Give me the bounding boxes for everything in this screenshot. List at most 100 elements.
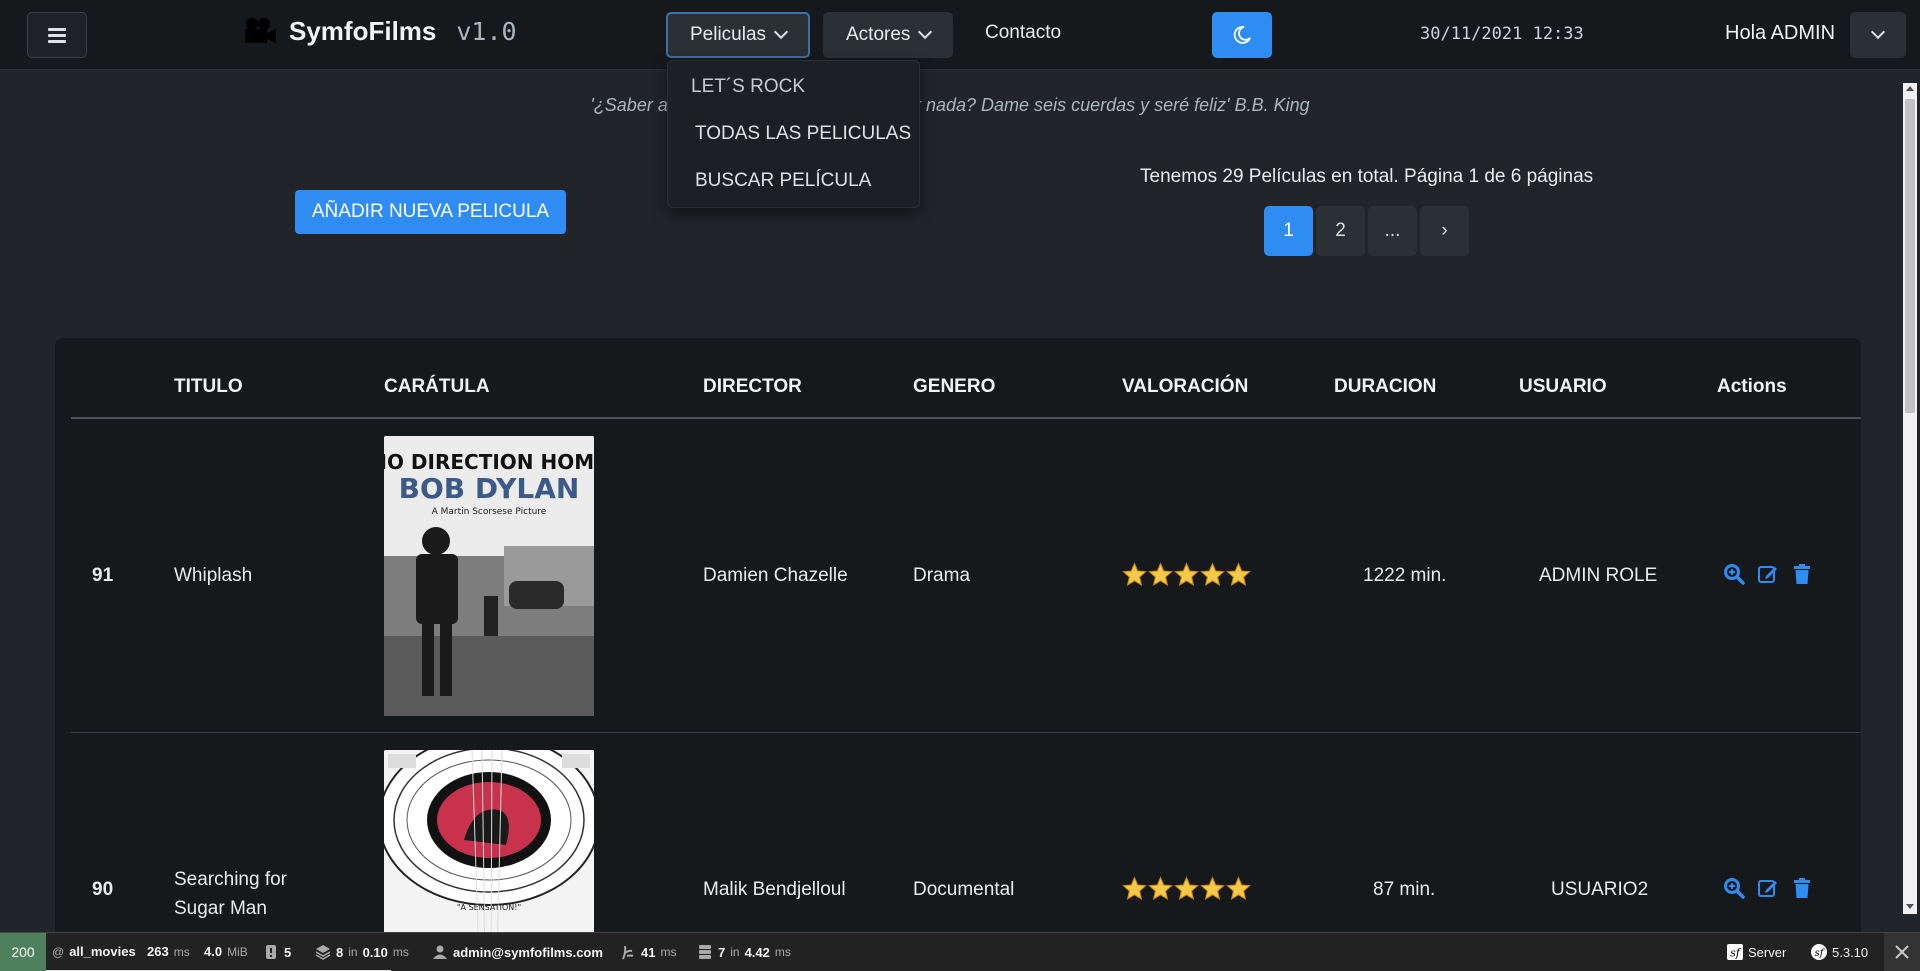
symfony-version: 5.3.10 <box>1832 944 1869 960</box>
close-toolbar-button[interactable] <box>1884 933 1920 971</box>
request-time-value: 263 <box>147 944 169 959</box>
col-header-valoracion: VALORACIÓN <box>1122 376 1249 397</box>
page-2-button[interactable]: 2 <box>1316 206 1365 256</box>
dropdown-item-lets-rock[interactable]: LET´S ROCK <box>691 76 805 98</box>
user-icon <box>433 945 447 959</box>
close-icon <box>1895 945 1909 959</box>
add-movie-button[interactable]: AÑADIR NUEVA PELICULA <box>295 190 566 234</box>
col-header-director: DIRECTOR <box>703 376 802 397</box>
theme-toggle-button[interactable] <box>1212 12 1272 58</box>
row-title: Searching for Sugar Man <box>174 869 288 919</box>
user-menu-button[interactable] <box>1850 12 1906 58</box>
movie-cover-image[interactable]: "A SENSATION!" <box>384 750 594 960</box>
movie-cover-image[interactable]: NO DIRECTION HOME BOB DYLAN A Martin Sco… <box>384 436 594 716</box>
menu-contacto[interactable]: Contacto <box>985 22 1061 44</box>
request-time-unit: ms <box>173 944 190 959</box>
row-actions <box>1723 563 1813 585</box>
next-page-button[interactable]: › <box>1420 206 1469 256</box>
edit-icon[interactable] <box>1757 563 1779 585</box>
row-user: USUARIO2 <box>1551 879 1649 900</box>
row-duration: 87 min. <box>1373 879 1436 900</box>
brand[interactable]: SymfoFilms v1.0 <box>243 16 517 47</box>
twig-panel[interactable]: 41 ms <box>620 944 676 960</box>
logs-panel[interactable]: 5 <box>263 944 291 960</box>
menu-peliculas-label: Peliculas <box>690 24 767 45</box>
peliculas-dropdown: LET´S ROCK TODAS LAS PELICULAS BUSCAR PE… <box>667 60 920 208</box>
cover-subtitle-text: BOB DYLAN <box>399 472 580 505</box>
page-ellipsis: ... <box>1368 206 1417 256</box>
status-code-badge[interactable]: 200 <box>0 933 46 971</box>
view-zoom-icon[interactable] <box>1723 877 1745 899</box>
col-header-actions: Actions <box>1717 376 1787 397</box>
user-greeting: Hola ADMIN <box>1725 22 1836 44</box>
menu-peliculas[interactable]: Peliculas <box>666 12 811 58</box>
col-header-titulo: TITULO <box>174 376 243 397</box>
request-time[interactable]: 263 ms <box>147 944 190 959</box>
cache-in-label: in <box>348 945 358 959</box>
row-user: ADMIN ROLE <box>1539 565 1658 586</box>
twig-unit: ms <box>660 945 677 959</box>
results-summary: Tenemos 29 Películas en total. Página 1 … <box>1140 166 1594 187</box>
col-header-genero: GENERO <box>913 376 996 397</box>
menu-toggle-button[interactable] <box>27 12 87 58</box>
edit-icon[interactable] <box>1757 877 1779 899</box>
logs-count: 5 <box>284 944 292 960</box>
star-icon <box>1226 876 1251 900</box>
star-icon <box>1226 562 1251 586</box>
route-info[interactable]: @ all_movies <box>52 944 136 959</box>
row-duration: 1222 min. <box>1363 565 1447 586</box>
page-1-button[interactable]: 1 <box>1264 206 1313 256</box>
moon-icon <box>1233 26 1251 44</box>
header-divider <box>71 417 1861 419</box>
memory-usage[interactable]: 4.0 MiB <box>204 944 248 959</box>
col-header-usuario: USUARIO <box>1519 376 1607 397</box>
symfony-logo-icon: sf <box>1727 944 1743 960</box>
quote-text: '¿Saber algo de guitarra te hace imagina… <box>590 95 1310 115</box>
server-panel[interactable]: sf Server <box>1727 944 1786 960</box>
film-camera-icon <box>245 17 276 43</box>
cover-tagline-text: A Martin Scorsese Picture <box>432 507 547 517</box>
twig-time: 41 <box>641 944 656 960</box>
cache-count: 8 <box>336 944 344 960</box>
star-icon <box>1200 876 1225 900</box>
db-unit: ms <box>774 945 791 959</box>
view-zoom-icon[interactable] <box>1723 563 1745 585</box>
scroll-down-arrow[interactable] <box>1906 904 1914 909</box>
delete-trash-icon[interactable] <box>1791 877 1813 899</box>
rating-stars <box>1122 876 1251 901</box>
database-panel[interactable]: 7 in 4.42 ms <box>697 944 791 960</box>
star-icon <box>1200 562 1225 586</box>
security-panel[interactable]: admin@symfofilms.com <box>432 944 603 960</box>
scroll-up-arrow[interactable] <box>1906 86 1914 91</box>
cover-title-text: NO DIRECTION HOME <box>384 450 594 474</box>
layers-icon <box>315 945 331 960</box>
delete-trash-icon[interactable] <box>1791 563 1813 585</box>
col-header-caratula: CARÁTULA <box>384 376 490 397</box>
col-header-duracion: DURACION <box>1334 376 1437 397</box>
db-in-label: in <box>730 945 740 959</box>
row-divider <box>71 732 1861 733</box>
cover-quote-text: "A SENSATION!" <box>457 903 521 912</box>
database-icon <box>699 945 711 959</box>
chevron-down-icon <box>773 24 789 40</box>
dropdown-item-todas[interactable]: TODAS LAS PELICULAS <box>695 123 911 145</box>
row-director: Malik Bendjelloul <box>703 879 846 900</box>
menu-actores[interactable]: Actores <box>823 12 954 58</box>
row-actions <box>1723 877 1813 899</box>
star-icon <box>1174 876 1199 900</box>
alert-icon <box>266 945 276 959</box>
brand-name: SymfoFilms <box>289 16 437 46</box>
cover-art: NO DIRECTION HOME BOB DYLAN A Martin Sco… <box>384 436 594 716</box>
star-icon <box>1122 562 1147 586</box>
memory-unit: MiB <box>227 944 248 959</box>
cache-time: 0.10 <box>362 944 388 960</box>
dropdown-item-buscar[interactable]: BUSCAR PELÍCULA <box>695 170 871 192</box>
star-icon <box>1122 876 1147 900</box>
cache-panel[interactable]: 8 in 0.10 ms <box>315 944 409 960</box>
debug-toolbar: 200 @ all_movies 263 ms 4.0 MiB 5 8 in 0.10 ms… <box>0 932 1920 971</box>
scrollbar-thumb[interactable] <box>1905 99 1915 413</box>
symfony-version-panel[interactable]: sf 5.3.10 <box>1811 944 1868 960</box>
star-icon <box>1174 562 1199 586</box>
brand-version: v1.0 <box>456 17 517 46</box>
star-icon <box>1148 562 1173 586</box>
